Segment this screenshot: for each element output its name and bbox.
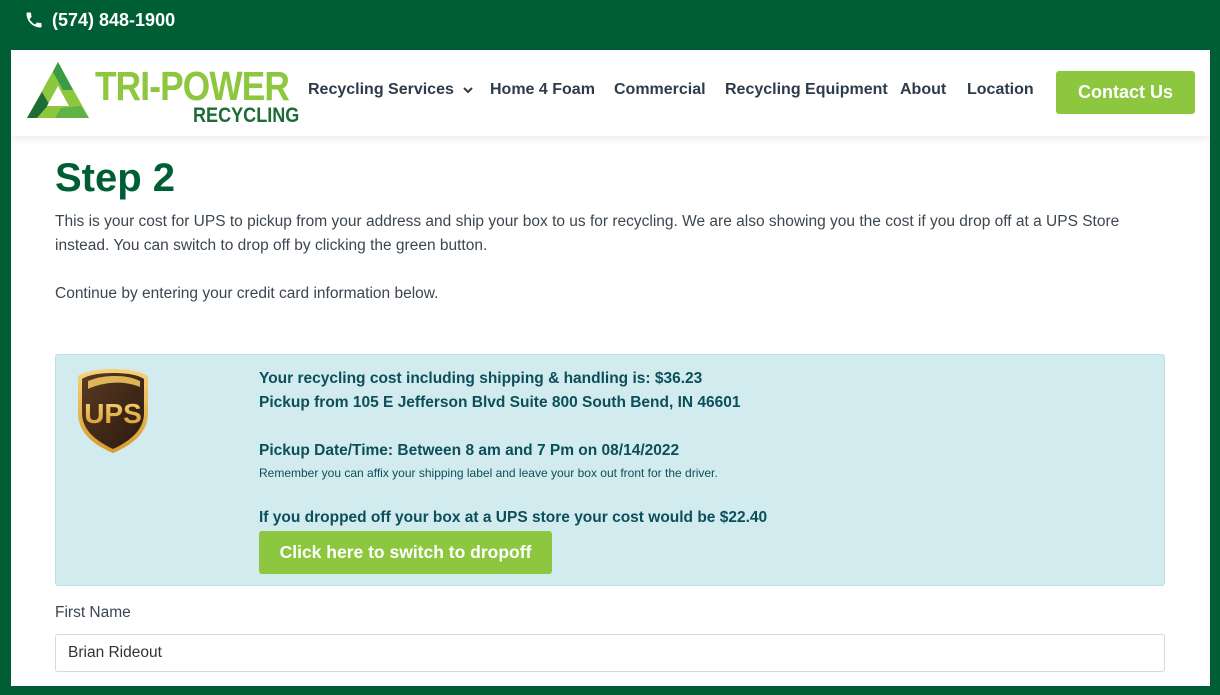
nav-location[interactable]: Location xyxy=(967,81,1034,99)
page-title: Step 2 xyxy=(55,156,176,200)
top-contact-bar: (574) 848-1900 xyxy=(0,0,1220,40)
site-header: TRI-POWER RECYCLING Recycling Services H… xyxy=(11,50,1210,136)
first-name-input[interactable] xyxy=(55,634,1165,672)
nav-item-label: Location xyxy=(967,81,1034,98)
intro-text: This is your cost for UPS to pickup from… xyxy=(55,213,1120,254)
first-name-label: First Name xyxy=(55,604,131,621)
chevron-down-icon xyxy=(462,84,474,96)
nav-item-label: Commercial xyxy=(614,81,706,98)
nav-item-label: Recycling Services xyxy=(308,81,454,98)
contact-us-button[interactable]: Contact Us xyxy=(1056,71,1195,114)
nav-home-4-foam[interactable]: Home 4 Foam xyxy=(490,81,595,99)
pickup-reminder: Remember you can affix your shipping lab… xyxy=(259,466,718,480)
nav-item-label: About xyxy=(900,81,947,98)
nav-recycling-services[interactable]: Recycling Services xyxy=(308,81,474,99)
nav-item-label: Home 4 Foam xyxy=(490,81,595,98)
nav-recycling-equipment[interactable]: Recycling Equipment xyxy=(725,81,888,99)
cost-line: Your recycling cost including shipping &… xyxy=(259,370,703,387)
main-nav: Recycling Services Home 4 Foam Commercia… xyxy=(11,50,1210,136)
ups-cost-panel: UPS Your recycling cost including shippi… xyxy=(55,354,1165,586)
phone-icon xyxy=(24,10,44,30)
ups-logo-icon: UPS xyxy=(78,369,148,453)
phone-link[interactable]: (574) 848-1900 xyxy=(52,10,175,31)
nav-about[interactable]: About xyxy=(900,81,946,99)
pickup-date-line: Pickup Date/Time: Between 8 am and 7 Pm … xyxy=(259,442,680,459)
ups-logo-letters: UPS xyxy=(84,398,142,429)
switch-to-dropoff-button[interactable]: Click here to switch to dropoff xyxy=(259,531,552,574)
nav-commercial[interactable]: Commercial xyxy=(614,81,706,99)
pickup-address-line: Pickup from 105 E Jefferson Blvd Suite 8… xyxy=(259,394,741,411)
nav-item-label: Recycling Equipment xyxy=(725,81,888,98)
dropoff-cost-line: If you dropped off your box at a UPS sto… xyxy=(259,509,768,526)
continue-text: Continue by entering your credit card in… xyxy=(55,285,439,302)
page-frame: TRI-POWER RECYCLING Recycling Services H… xyxy=(11,50,1210,686)
